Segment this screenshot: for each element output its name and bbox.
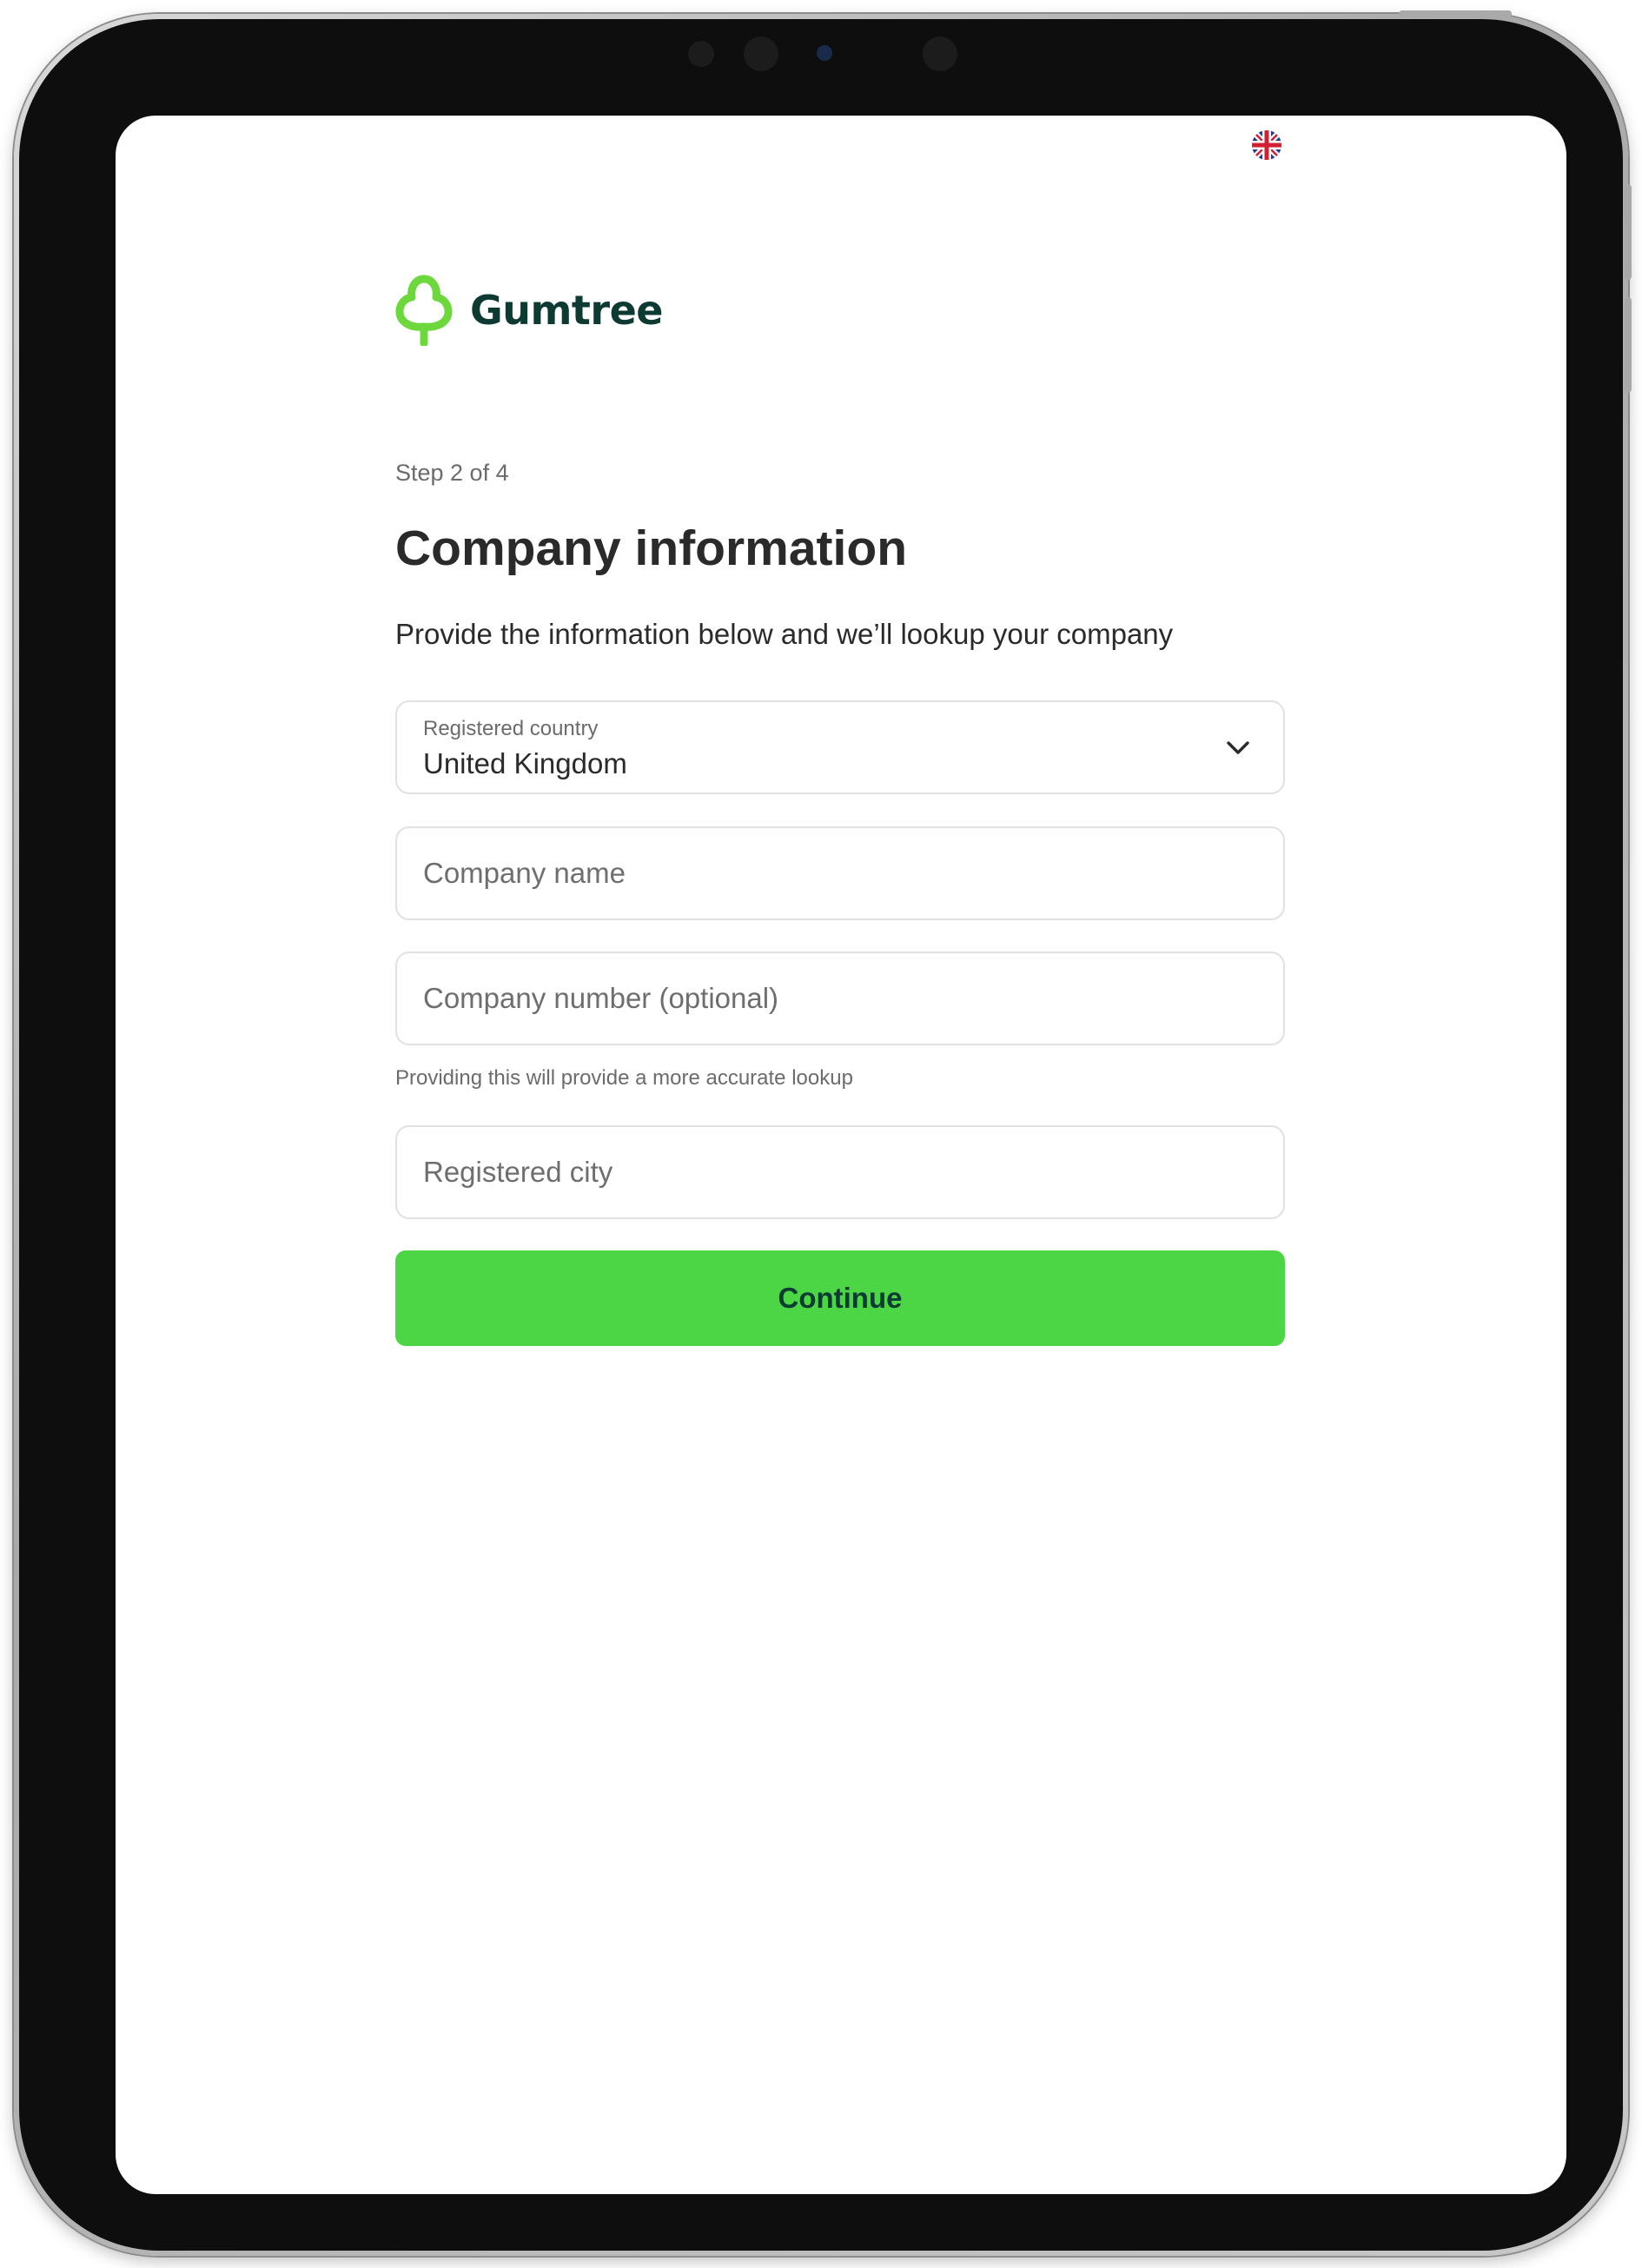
company-number-field: [395, 952, 1285, 1045]
chevron-down-icon: [1227, 741, 1249, 754]
company-number-helper-text: Providing this will provide a more accur…: [395, 1066, 853, 1090]
step-indicator: Step 2 of 4: [395, 460, 509, 486]
front-camera: [817, 45, 832, 61]
tablet-device-frame: Gumtree Step 2 of 4 Company information …: [14, 10, 1632, 2256]
company-name-field: [395, 826, 1285, 920]
device-bezel: Gumtree Step 2 of 4 Company information …: [19, 19, 1623, 2251]
app-screen: Gumtree Step 2 of 4 Company information …: [116, 116, 1566, 2194]
uk-flag-icon[interactable]: [1252, 130, 1281, 160]
top-button: [1399, 10, 1512, 17]
tree-logo-icon: [395, 275, 453, 346]
camera-lens: [744, 36, 778, 71]
page-subtitle: Provide the information below and we’ll …: [395, 618, 1174, 650]
gumtree-logo: Gumtree: [395, 275, 664, 346]
registered-country-label: Registered country: [423, 717, 599, 740]
brand-name: Gumtree: [470, 287, 664, 334]
sensor-dot: [923, 36, 957, 71]
page-title: Company information: [395, 521, 908, 576]
registered-country-value: United Kingdom: [423, 747, 627, 779]
company-number-input[interactable]: [397, 953, 1283, 1044]
company-name-input[interactable]: [397, 828, 1283, 918]
sensor-dot: [688, 41, 714, 67]
registered-country-select[interactable]: Registered country United Kingdom: [395, 700, 1285, 794]
volume-up-button: [1625, 184, 1632, 280]
registered-city-field: [395, 1125, 1285, 1219]
continue-button[interactable]: Continue: [395, 1250, 1285, 1346]
registered-city-input[interactable]: [397, 1127, 1283, 1217]
volume-down-button: [1625, 297, 1632, 393]
